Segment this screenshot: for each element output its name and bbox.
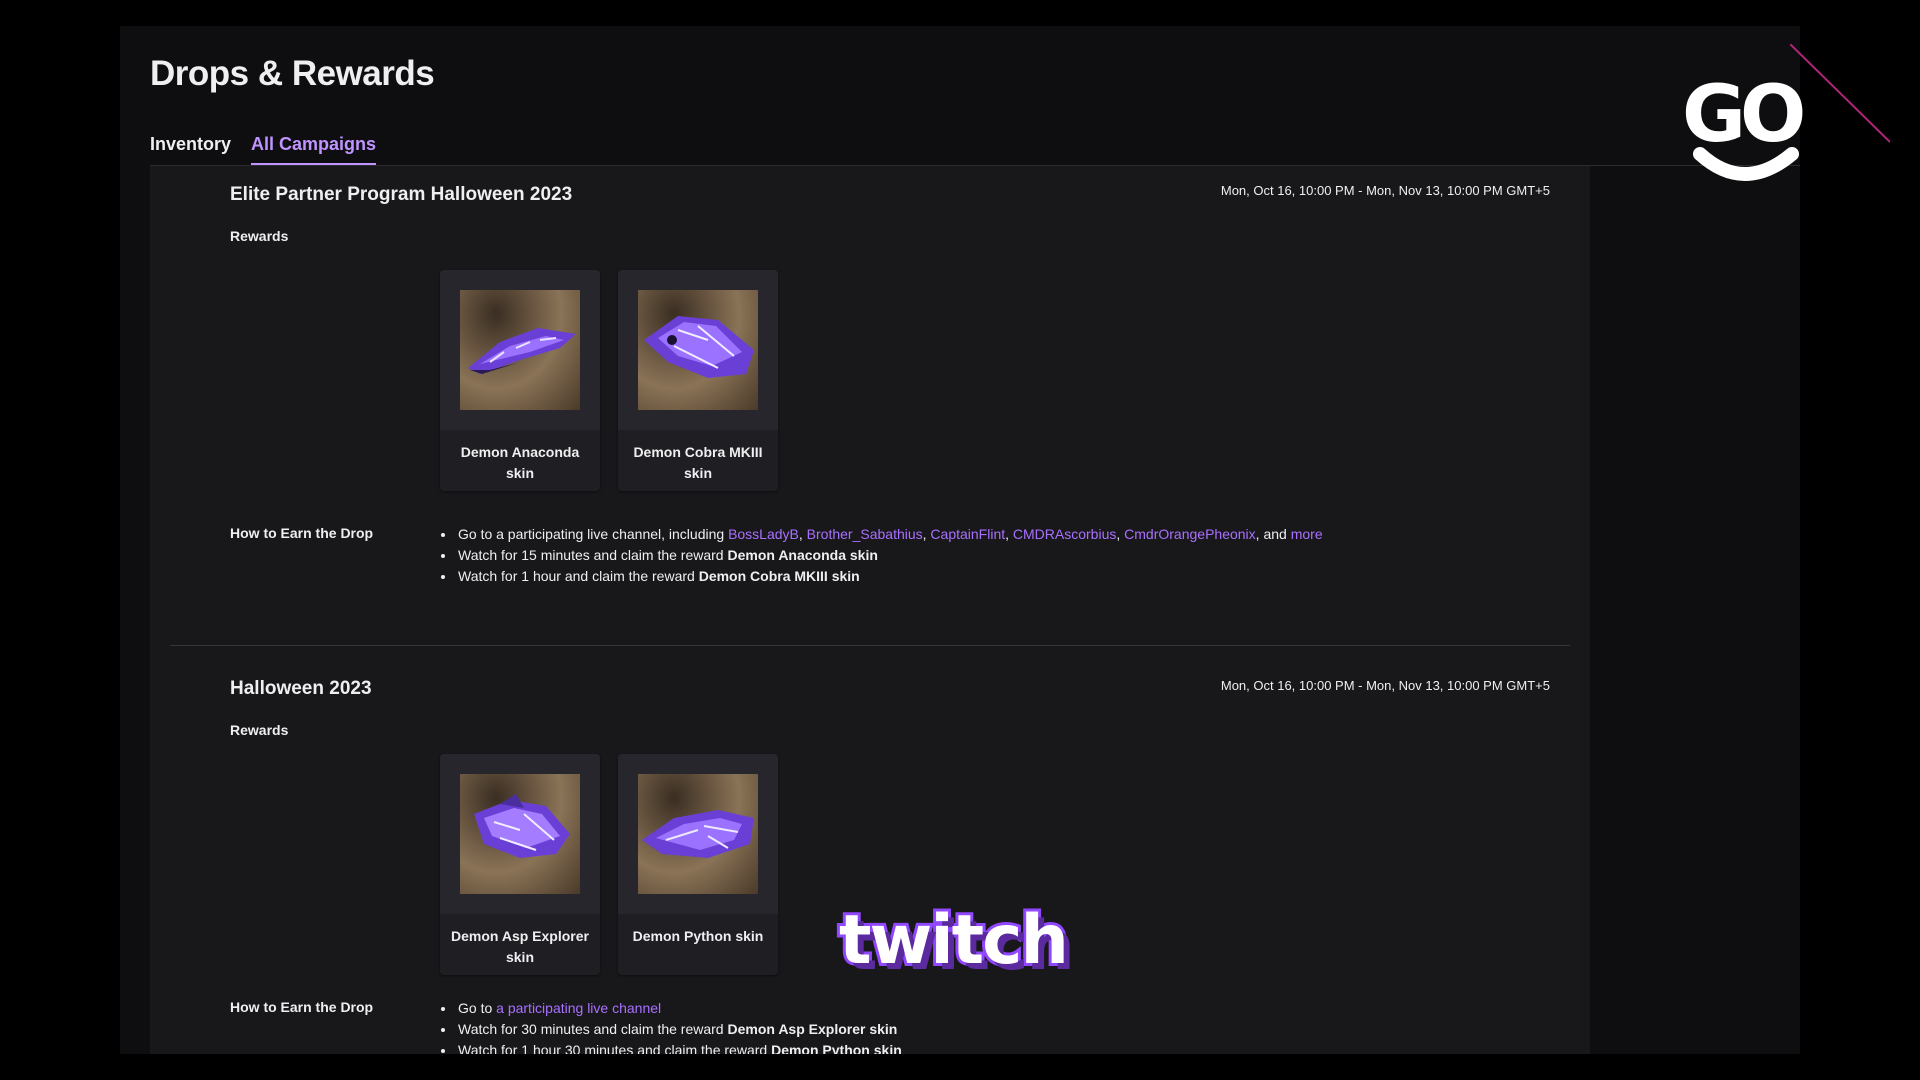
- rewards-label: Rewards: [230, 722, 289, 738]
- campaign-title: Halloween 2023: [230, 678, 372, 699]
- ship-illustration: [474, 794, 570, 858]
- how-to-earn-list: Go to a participating live channel Watch…: [438, 998, 902, 1054]
- rewards-label: Rewards: [230, 228, 289, 244]
- how-to-earn-label: How to Earn the Drop: [230, 525, 374, 541]
- campaign-dates: Mon, Oct 16, 10:00 PM - Mon, Nov 13, 10:…: [1220, 183, 1550, 198]
- reward-name: Demon Anaconda skin: [460, 444, 580, 481]
- channel-link[interactable]: CaptainFlint: [930, 526, 1005, 542]
- reward-card-demon-python[interactable]: Demon Python skin: [618, 754, 778, 975]
- more-channels-link[interactable]: more: [1291, 526, 1323, 542]
- rewards-list: Demon Asp Explorer skin Demon Python ski…: [440, 754, 778, 975]
- twitch-logo-text: twitch: [836, 901, 1072, 980]
- drops-page: Drops & Rewards Inventory All Campaigns …: [120, 26, 1800, 1054]
- ship-skin-image: [638, 290, 758, 410]
- howto-step: Go to a participating live channel, incl…: [456, 524, 1323, 545]
- campaign-title: Elite Partner Program Halloween 2023: [230, 184, 573, 205]
- reward-name: Demon Python skin: [632, 928, 764, 944]
- howto-step: Watch for 15 minutes and claim the rewar…: [456, 545, 1323, 566]
- rewards-list: Demon Anaconda skin Demon Cobra MKIII sk…: [440, 270, 778, 491]
- tab-inventory[interactable]: Inventory: [150, 134, 231, 165]
- channel-link[interactable]: BossLadyB: [728, 526, 799, 542]
- campaign-divider: [170, 645, 1570, 646]
- howto-step: Watch for 30 minutes and claim the rewar…: [456, 1019, 902, 1040]
- tab-bar: Inventory All Campaigns: [150, 134, 377, 165]
- campaign-dates: Mon, Oct 16, 10:00 PM - Mon, Nov 13, 10:…: [1220, 678, 1550, 693]
- go-smile-icon: [1693, 147, 1799, 181]
- reward-name: Demon Asp Explorer skin: [451, 928, 589, 965]
- reward-card-demon-cobra[interactable]: Demon Cobra MKIII skin: [618, 270, 778, 491]
- howto-step: Watch for 1 hour 30 minutes and claim th…: [456, 1040, 902, 1054]
- participating-channel-link[interactable]: a participating live channel: [496, 1000, 661, 1016]
- ship-skin-image: [460, 290, 580, 410]
- ship-skin-image: [638, 774, 758, 894]
- twitch-logo: twitch: [833, 901, 1091, 992]
- ship-illustration: [468, 328, 576, 374]
- how-to-earn-label: How to Earn the Drop: [230, 999, 374, 1015]
- decorative-line: [1790, 44, 1890, 143]
- page-title: Drops & Rewards: [150, 54, 435, 93]
- howto-step: Go to a participating live channel: [456, 998, 902, 1019]
- channel-link[interactable]: Brother_Sabathius: [807, 526, 923, 542]
- tab-all-campaigns[interactable]: All Campaigns: [251, 134, 377, 165]
- channel-link[interactable]: CmdrOrangePheonix: [1124, 526, 1256, 542]
- ship-illustration: [644, 316, 754, 378]
- reward-card-demon-anaconda[interactable]: Demon Anaconda skin: [440, 270, 600, 491]
- ship-illustration: [642, 810, 754, 858]
- howto-step: Watch for 1 hour and claim the reward De…: [456, 566, 1323, 587]
- reward-card-demon-asp-explorer[interactable]: Demon Asp Explorer skin: [440, 754, 600, 975]
- ship-skin-image: [460, 774, 580, 894]
- how-to-earn-list: Go to a participating live channel, incl…: [438, 524, 1323, 587]
- go-logo: GO: [1682, 76, 1806, 192]
- channel-link[interactable]: CMDRAscorbius: [1013, 526, 1116, 542]
- reward-name: Demon Cobra MKIII skin: [633, 444, 763, 481]
